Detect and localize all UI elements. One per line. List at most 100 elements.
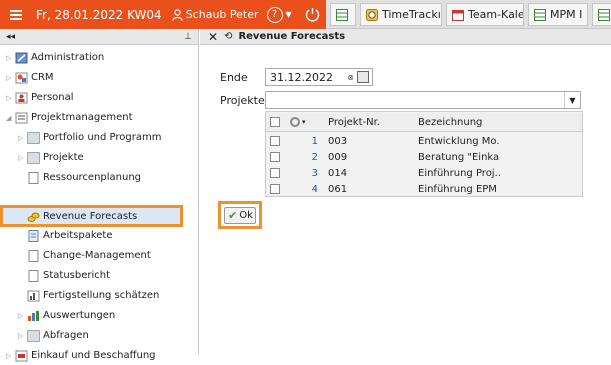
panel-header: ✕ ⟲ Revenue Forecasts <box>200 29 611 45</box>
expand-arrow-icon[interactable]: ▷ <box>18 154 27 162</box>
select-all-checkbox[interactable] <box>270 114 280 130</box>
row-index: 1 <box>311 135 318 147</box>
sidebar-item-abfragen[interactable]: ▷ Abfragen <box>18 326 89 345</box>
sidebar-item-label: Change-Management <box>43 250 151 261</box>
sidebar-item-label: CRM <box>31 72 54 83</box>
refresh-icon[interactable]: ⟲ <box>224 31 232 42</box>
project-name: Beratung "Einka... <box>418 151 500 163</box>
end-date-value: 31.12.2022 <box>270 70 333 84</box>
expand-arrow-icon[interactable]: ▷ <box>6 74 15 82</box>
project-name: Einführung Proj... <box>418 167 500 179</box>
sidebar-item-personal[interactable]: ▷ Personal <box>6 88 74 107</box>
collapse-arrow-icon[interactable]: ◢ <box>6 114 15 122</box>
sidebar-item-auswertungen[interactable]: ▷ Auswertungen <box>18 306 115 325</box>
row-checkbox[interactable] <box>270 133 280 149</box>
sidebar-item-portfolio-und-programm[interactable]: ▷ Portfolio und Programm <box>18 128 161 147</box>
tab-label: Team-Kale <box>468 8 524 21</box>
page-title: Revenue Forecasts <box>238 31 346 42</box>
pin-icon[interactable]: ⊥ <box>184 32 192 42</box>
current-date: Fr, 28.01.2022 KW04 <box>36 7 162 22</box>
clear-icon[interactable]: ⊗ <box>347 73 354 82</box>
chart-icon <box>27 290 40 301</box>
sidebar-item-einkauf-und-beschaffung[interactable]: ▷ Einkauf und Beschaffung <box>6 346 156 365</box>
table-row[interactable]: 1 003 Entwicklung Mo... <box>266 133 582 149</box>
sidebar-item-label: Arbeitspakete <box>43 230 113 241</box>
sidebar-item-statusbericht[interactable]: Statusbericht <box>27 266 110 285</box>
calendar-icon[interactable] <box>357 71 369 83</box>
power-icon[interactable] <box>304 6 321 23</box>
folder-icon <box>27 131 40 144</box>
row-checkbox[interactable] <box>270 165 280 181</box>
sidebar-item-revenue-forecasts[interactable]: Revenue Forecasts <box>27 207 137 226</box>
project-number: 014 <box>328 167 348 179</box>
project-number: 061 <box>328 183 348 195</box>
column-header-projekt-nr[interactable]: Projekt-Nr. <box>328 114 380 130</box>
sidebar-item-label: Fertigstellung schätzen <box>43 290 160 301</box>
grid-header: ▾ Projekt-Nr. Bezeichnung <box>266 113 582 132</box>
chevron-down-icon[interactable]: ▼ <box>564 92 580 108</box>
document-icon <box>28 249 39 262</box>
sidebar-item-projekte[interactable]: ▷ Projekte <box>18 148 84 167</box>
sidebar-item-change-management[interactable]: Change-Management <box>27 246 151 265</box>
user-icon <box>172 8 183 21</box>
row-index: 4 <box>311 183 318 195</box>
sidebar-item-ressourcenplanung[interactable]: Ressourcenplanung <box>27 168 141 187</box>
sidebar-item-label: Revenue Forecasts <box>43 211 138 222</box>
column-header-bezeichnung[interactable]: Bezeichnung <box>418 114 482 130</box>
ok-button[interactable]: ✔ Ok <box>224 207 256 224</box>
expand-arrow-icon[interactable]: ▷ <box>6 352 15 360</box>
table-row[interactable]: 3 014 Einführung Proj... <box>266 165 582 181</box>
tab-timetracking[interactable]: TimeTrackı <box>360 3 442 26</box>
grid-icon <box>336 8 348 21</box>
sidebar-item-administration[interactable]: ▷ Administration <box>6 48 104 67</box>
document-icon <box>28 269 39 282</box>
tab-grid[interactable] <box>330 3 356 26</box>
user-name: Schaub Peter <box>185 8 259 21</box>
projects-grid: ▾ Projekt-Nr. Bezeichnung 1 003 Entwickl… <box>265 111 583 197</box>
sidebar-item-label: Ressourcenplanung <box>43 172 142 183</box>
tab-mpm[interactable]: MPM I <box>528 3 588 26</box>
sidebar-item-label: Portfolio und Programm <box>43 132 162 143</box>
expand-arrow-icon[interactable]: ▷ <box>18 134 27 142</box>
bar-chart-icon <box>28 310 39 321</box>
sidebar-item-label: Projekte <box>43 152 84 163</box>
settings-icon[interactable]: ▾ <box>290 114 306 130</box>
calendar-icon <box>452 9 464 21</box>
top-bar: Fr, 28.01.2022 KW04 Schaub Peter ? ▼ Tim… <box>0 0 611 29</box>
table-row[interactable]: 2 009 Beratung "Einka... <box>266 149 582 165</box>
projects-select[interactable]: ▼ <box>265 91 581 109</box>
ok-highlight: ✔ Ok <box>218 201 262 229</box>
app-tabs: TimeTrackı Team-Kale MPM I ▾ <box>326 0 611 29</box>
expand-arrow-icon[interactable]: ▷ <box>6 94 15 102</box>
cart-icon <box>15 350 28 361</box>
ok-label: Ok <box>239 210 253 221</box>
row-checkbox[interactable] <box>270 149 280 165</box>
admin-tools-icon <box>15 52 28 63</box>
row-checkbox[interactable] <box>270 181 280 197</box>
sidebar-item-fertigstellung-schaetzen[interactable]: Fertigstellung schätzen <box>27 286 159 305</box>
chevron-down-icon[interactable]: ▼ <box>286 10 292 19</box>
expand-arrow-icon[interactable]: ▷ <box>6 54 15 62</box>
sidebar-header: ◂◂ ⊥ <box>0 29 198 45</box>
project-number: 009 <box>328 151 348 163</box>
sidebar-item-arbeitspakete[interactable]: Arbeitspakete <box>27 226 113 245</box>
sidebar-item-projektmanagement[interactable]: ◢ Projektmanagement <box>6 108 133 127</box>
collapse-icon[interactable]: ◂◂ <box>6 32 15 42</box>
end-date-field[interactable]: 31.12.2022 ⊗ <box>265 68 373 86</box>
expand-arrow-icon[interactable]: ▷ <box>18 332 27 340</box>
sidebar-item-crm[interactable]: ▷ CRM <box>6 68 54 87</box>
sidebar-item-label: Personal <box>31 92 74 103</box>
close-icon[interactable]: ✕ <box>208 30 218 44</box>
sidebar-item-label: Projektmanagement <box>31 112 133 123</box>
end-label: Ende <box>220 71 248 84</box>
user-menu[interactable]: Schaub Peter <box>172 8 259 21</box>
expand-arrow-icon[interactable]: ▷ <box>18 312 27 320</box>
table-row[interactable]: 4 061 Einführung EPM <box>266 181 582 197</box>
menu-icon[interactable] <box>3 5 29 25</box>
folder-icon <box>27 329 40 342</box>
projects-label: Projekte <box>220 94 265 107</box>
tab-grid-2[interactable] <box>592 3 611 26</box>
help-icon[interactable]: ? <box>266 6 283 23</box>
tab-team-calendar[interactable]: Team-Kale <box>446 3 524 26</box>
sidebar-item-label: Abfragen <box>43 330 89 341</box>
